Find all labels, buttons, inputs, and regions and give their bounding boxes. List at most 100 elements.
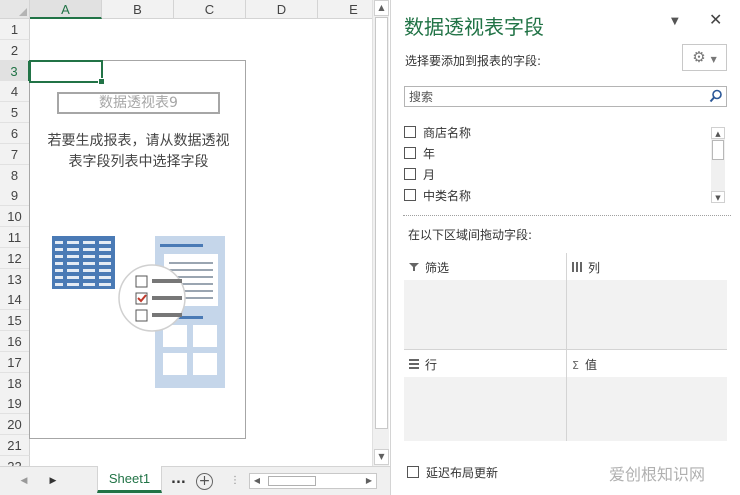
scroll-right-arrow-icon[interactable]: ▶: [362, 474, 376, 488]
gear-icon: ⚙: [692, 48, 706, 66]
row-header-8[interactable]: 8: [0, 164, 30, 186]
checklist-magnifier-icon: [118, 264, 186, 332]
list-scroll-thumb[interactable]: [712, 140, 724, 160]
more-sheets-button[interactable]: ...: [171, 472, 186, 487]
list-scroll-up-icon[interactable]: ▲: [711, 127, 725, 139]
column-header-d[interactable]: D: [246, 0, 318, 19]
horizontal-scrollbar[interactable]: ◀ ▶: [249, 473, 377, 489]
pivot-placeholder[interactable]: 数据透视表9 若要生成报表，请从数据透视 表字段列表中选择字段: [29, 60, 246, 439]
rows-area[interactable]: 行: [404, 350, 566, 441]
columns-icon: [572, 262, 582, 272]
row-header-14[interactable]: 14: [0, 289, 30, 311]
row-header-5[interactable]: 5: [0, 102, 30, 124]
field-checkbox[interactable]: [404, 147, 416, 159]
row-header-17[interactable]: 17: [0, 351, 30, 373]
area-divider-vertical: [566, 253, 567, 441]
drag-fields-label: 在以下区域间拖动字段:: [408, 228, 533, 242]
field-list-scrollbar[interactable]: ▲ ▼: [711, 127, 725, 203]
rows-area-header: 行: [409, 356, 437, 373]
active-cell-a3[interactable]: [29, 60, 105, 85]
row-header-4[interactable]: 4: [0, 81, 30, 103]
field-item-store-name[interactable]: 商店名称: [404, 123, 471, 143]
row-header-18[interactable]: 18: [0, 372, 30, 394]
row-header-6[interactable]: 6: [0, 123, 30, 144]
pivot-illustration: [52, 236, 225, 388]
field-item-category-name[interactable]: 中类名称: [404, 186, 471, 206]
sheet-tab-sheet1[interactable]: Sheet1: [97, 466, 162, 493]
field-checkbox[interactable]: [404, 126, 416, 138]
field-search-box[interactable]: [404, 86, 727, 107]
row-header-16[interactable]: 16: [0, 331, 30, 352]
list-scroll-down-icon[interactable]: ▼: [711, 191, 725, 203]
row-header-19[interactable]: 19: [0, 393, 30, 415]
area-divider-horizontal: [404, 349, 727, 350]
field-checkbox[interactable]: [404, 168, 416, 180]
row-header-2[interactable]: 2: [0, 39, 30, 61]
next-sheet-arrow-icon[interactable]: ▶: [46, 473, 60, 489]
columns-drop-zone[interactable]: [567, 280, 727, 349]
values-drop-zone[interactable]: [567, 377, 727, 441]
field-label: 年: [423, 147, 436, 161]
rows-area-label: 行: [425, 358, 438, 372]
row-header-10[interactable]: 10: [0, 206, 30, 228]
values-area-header: Σ值: [572, 356, 597, 373]
column-header-b[interactable]: B: [102, 0, 174, 19]
columns-area-label: 列: [588, 261, 601, 275]
field-list: 商店名称 年 月 中类名称: [404, 123, 727, 205]
scroll-left-arrow-icon[interactable]: ◀: [250, 474, 264, 488]
pivot-instructions-line1: 若要生成报表，请从数据透视: [47, 133, 230, 149]
rows-drop-zone[interactable]: [404, 377, 566, 441]
columns-area-header: 列: [572, 259, 600, 276]
pivot-instructions: 若要生成报表，请从数据透视 表字段列表中选择字段: [30, 131, 247, 173]
row-header-13[interactable]: 13: [0, 268, 30, 290]
row-header-15[interactable]: 15: [0, 310, 30, 332]
horizontal-scroll-thumb[interactable]: [268, 476, 316, 486]
prev-sheet-arrow-icon[interactable]: ◀: [17, 473, 31, 489]
column-header-a[interactable]: A: [30, 0, 102, 19]
scroll-down-arrow-icon[interactable]: ▼: [374, 449, 389, 465]
field-item-year[interactable]: 年: [404, 144, 435, 164]
tools-button[interactable]: ⚙ ▼: [682, 44, 727, 71]
row-header-22[interactable]: 22: [0, 455, 30, 466]
defer-update-checkbox[interactable]: [407, 466, 419, 478]
row-header-3[interactable]: 3: [0, 60, 30, 82]
field-label: 月: [423, 168, 436, 182]
select-all-corner[interactable]: [0, 0, 30, 19]
vertical-scrollbar[interactable]: ▲ ▼: [372, 0, 389, 466]
close-icon[interactable]: ✕: [709, 10, 722, 29]
row-header-21[interactable]: 21: [0, 435, 30, 456]
search-icon[interactable]: [709, 89, 723, 103]
field-label: 商店名称: [423, 126, 472, 140]
row-header-11[interactable]: 11: [0, 227, 30, 248]
field-item-month[interactable]: 月: [404, 165, 435, 185]
filters-drop-zone[interactable]: [404, 280, 566, 349]
filter-icon: [409, 263, 419, 271]
row-header-12[interactable]: 12: [0, 247, 30, 269]
spreadsheet-grid[interactable]: A B C D E 1 2 3 4 5 6 7 8 9 10 11 12 13 14 15 16 17 18 19 2…: [0, 0, 372, 466]
column-header-e[interactable]: E: [318, 0, 372, 19]
row-header-7[interactable]: 7: [0, 143, 30, 165]
column-header-c[interactable]: C: [174, 0, 246, 19]
vertical-scroll-thumb[interactable]: [375, 17, 388, 429]
row-header-20[interactable]: 20: [0, 414, 30, 436]
scroll-up-arrow-icon[interactable]: ▲: [374, 0, 389, 16]
filters-area-header: 筛选: [409, 259, 449, 276]
sigma-icon: Σ: [572, 359, 579, 372]
choose-fields-label: 选择要添加到报表的字段:: [405, 54, 542, 68]
filters-area[interactable]: 筛选: [404, 253, 566, 349]
values-area[interactable]: Σ值: [567, 350, 727, 441]
columns-area[interactable]: 列: [567, 253, 727, 349]
row-header-1[interactable]: 1: [0, 19, 30, 40]
add-sheet-button[interactable]: +: [196, 473, 213, 490]
pane-options-chevron-down-icon[interactable]: ▼: [671, 16, 679, 27]
tab-splitter-icon[interactable]: ⋮: [230, 475, 240, 486]
pivot-areas: 筛选 列 行 Σ值: [404, 253, 727, 441]
pane-title: 数据透视表字段: [404, 15, 544, 39]
section-divider: [403, 215, 731, 216]
field-checkbox[interactable]: [404, 189, 416, 201]
pivot-instructions-line2: 表字段列表中选择字段: [68, 154, 209, 170]
defer-layout-update[interactable]: 延迟布局更新: [407, 464, 498, 481]
table-illustration-icon: [52, 236, 115, 289]
search-input[interactable]: [405, 87, 695, 106]
row-header-9[interactable]: 9: [0, 185, 30, 207]
